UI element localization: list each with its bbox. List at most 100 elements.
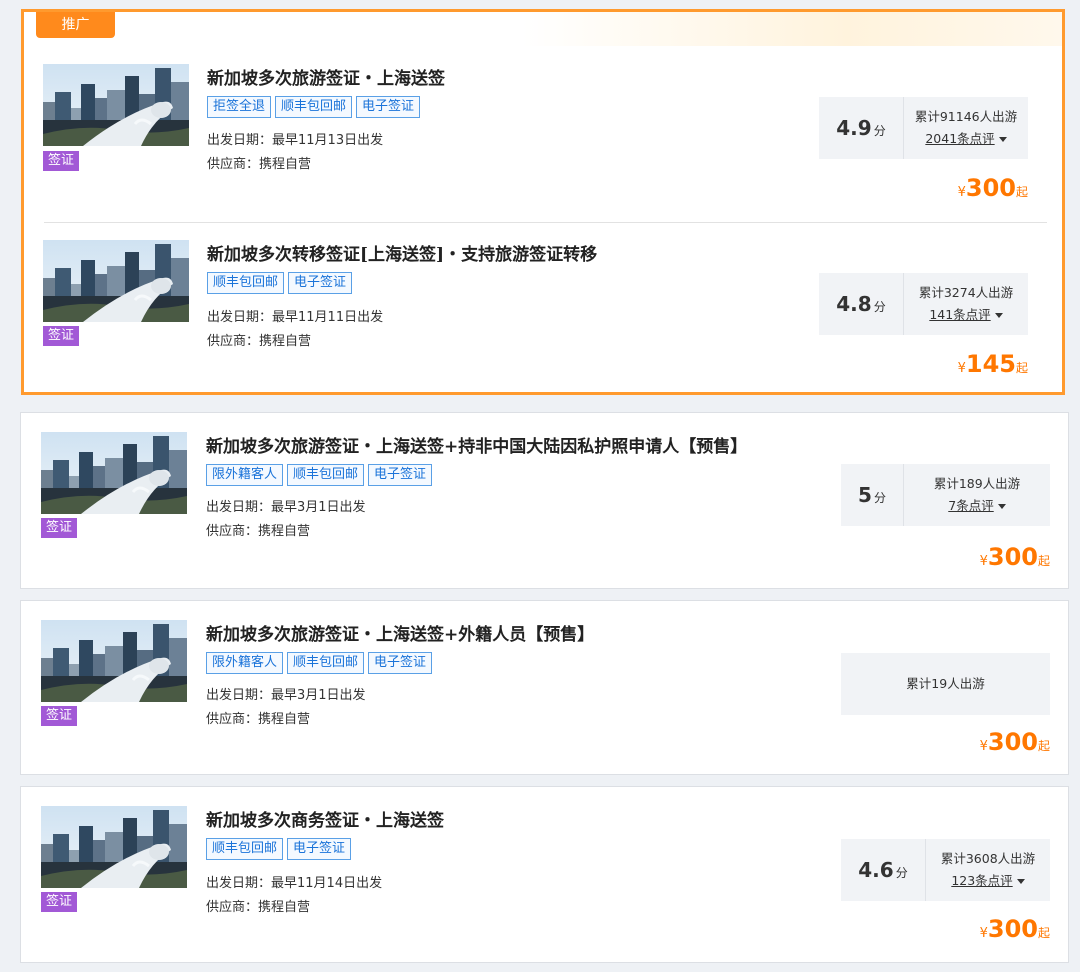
product-title[interactable]: 新加坡多次旅游签证・上海送签+持非中国大陆因私护照申请人【预售】 xyxy=(206,432,747,457)
score-unit: 分 xyxy=(873,123,886,138)
reviews-count: 7条点评 xyxy=(948,498,994,513)
badge-list: 顺丰包回邮 电子签证 xyxy=(206,838,352,860)
rating-box: 4.8 分 累计3274人出游 141条点评 xyxy=(819,273,1028,335)
currency: ¥ xyxy=(957,361,966,376)
reviews-link[interactable]: 123条点评 xyxy=(951,870,1025,892)
product-card[interactable]: 签证 新加坡多次旅游签证・上海送签+持非中国大陆因私护照申请人【预售】 限外籍客… xyxy=(20,412,1069,589)
stats: 累计3608人出游 123条点评 xyxy=(926,839,1050,901)
visa-tag: 签证 xyxy=(41,518,78,538)
rating-box: 5分 累计189人出游 7条点评 xyxy=(841,464,1050,526)
product-thumbnail[interactable] xyxy=(43,64,189,146)
badge: 电子签证 xyxy=(287,838,352,860)
price: ¥300起 xyxy=(980,543,1050,571)
badge: 电子签证 xyxy=(288,272,353,294)
visa-tag: 签证 xyxy=(41,706,78,726)
caret-down-icon xyxy=(1016,879,1025,884)
caret-down-icon xyxy=(997,504,1006,509)
product-item[interactable]: 签证 新加坡多次旅游签证・上海送签 拒签全退 顺丰包回邮 电子签证 出发日期：最… xyxy=(0,0,1080,220)
product-card[interactable]: 签证 新加坡多次旅游签证・上海送签+外籍人员【预售】 限外籍客人 顺丰包回邮 电… xyxy=(20,600,1069,775)
visa-tag: 签证 xyxy=(41,892,78,912)
currency: ¥ xyxy=(979,926,988,941)
departure-date: 出发日期：最早11月13日出发 xyxy=(207,133,384,148)
caret-down-icon xyxy=(994,313,1003,318)
product-thumbnail[interactable] xyxy=(41,432,187,514)
reviews-count: 141条点评 xyxy=(929,307,991,322)
price: ¥300起 xyxy=(980,728,1050,756)
currency: ¥ xyxy=(979,554,988,569)
price-suffix: 起 xyxy=(1015,361,1028,375)
departure-date: 出发日期：最早11月14日出发 xyxy=(206,876,383,891)
rating-box: 4.9 分 累计91146人出游 2041条点评 xyxy=(819,97,1028,159)
reviews-link[interactable]: 2041条点评 xyxy=(925,128,1007,150)
product-thumbnail[interactable] xyxy=(41,620,187,702)
badge-list: 拒签全退 顺丰包回邮 电子签证 xyxy=(207,96,421,118)
supplier: 供应商：携程自营 xyxy=(206,524,311,539)
traveler-count: 累计19人出游 xyxy=(906,676,985,691)
price: ¥300起 xyxy=(980,915,1050,943)
price-amount: 300 xyxy=(987,915,1038,943)
score-value: 5 xyxy=(858,483,872,507)
score-unit: 分 xyxy=(873,299,886,314)
score-value: 4.9 xyxy=(836,116,872,140)
badge: 电子签证 xyxy=(368,464,433,486)
currency: ¥ xyxy=(979,739,988,754)
price-amount: 300 xyxy=(987,543,1038,571)
visa-tag: 签证 xyxy=(43,326,80,346)
rating-box: 4.6 分 累计3608人出游 123条点评 xyxy=(841,839,1050,901)
price-suffix: 起 xyxy=(1015,185,1028,199)
product-title[interactable]: 新加坡多次旅游签证・上海送签 xyxy=(207,64,445,89)
badge: 顺丰包回邮 xyxy=(207,272,285,294)
departure-date: 出发日期：最早3月1日出发 xyxy=(206,500,366,515)
price-suffix: 起 xyxy=(1037,739,1050,753)
price: ¥145起 xyxy=(958,350,1028,378)
badge-list: 限外籍客人 顺丰包回邮 电子签证 xyxy=(206,652,433,674)
price-suffix: 起 xyxy=(1037,926,1050,940)
price-amount: 300 xyxy=(965,174,1016,202)
badge: 顺丰包回邮 xyxy=(275,96,353,118)
traveler-count: 累计3608人出游 xyxy=(940,851,1036,866)
caret-down-icon xyxy=(998,137,1007,142)
supplier: 供应商：携程自营 xyxy=(206,712,311,727)
score: 5分 xyxy=(841,464,904,526)
price-suffix: 起 xyxy=(1037,554,1050,568)
stats: 累计19人出游 xyxy=(841,653,1050,715)
currency: ¥ xyxy=(957,185,966,200)
traveler-count: 累计3274人出游 xyxy=(918,285,1014,300)
score: 4.9 分 xyxy=(819,97,904,159)
product-thumbnail[interactable] xyxy=(43,240,189,322)
price-amount: 145 xyxy=(965,350,1016,378)
product-title[interactable]: 新加坡多次转移签证[上海送签]・支持旅游签证转移 xyxy=(207,240,597,265)
product-thumbnail[interactable] xyxy=(41,806,187,888)
badge-list: 顺丰包回邮 电子签证 xyxy=(207,272,353,294)
price-amount: 300 xyxy=(987,728,1038,756)
badge: 顺丰包回邮 xyxy=(287,464,365,486)
badge: 限外籍客人 xyxy=(206,464,284,486)
score: 4.8 分 xyxy=(819,273,904,335)
badge-list: 限外籍客人 顺丰包回邮 电子签证 xyxy=(206,464,433,486)
supplier: 供应商：携程自营 xyxy=(207,334,312,349)
stats: 累计189人出游 7条点评 xyxy=(904,464,1050,526)
stats: 累计3274人出游 141条点评 xyxy=(904,273,1028,335)
price: ¥300起 xyxy=(958,174,1028,202)
badge: 拒签全退 xyxy=(207,96,272,118)
badge: 限外籍客人 xyxy=(206,652,284,674)
traveler-count: 累计91146人出游 xyxy=(914,109,1018,124)
product-item[interactable]: 签证 新加坡多次转移签证[上海送签]・支持旅游签证转移 顺丰包回邮 电子签证 出… xyxy=(0,222,1080,392)
product-card[interactable]: 签证 新加坡多次商务签证・上海送签 顺丰包回邮 电子签证 出发日期：最早11月1… xyxy=(20,786,1069,963)
badge: 顺丰包回邮 xyxy=(287,652,365,674)
score-unit: 分 xyxy=(895,865,908,880)
score: 4.6 分 xyxy=(841,839,926,901)
score-value: 4.8 xyxy=(836,292,872,316)
traveler-count: 累计189人出游 xyxy=(933,476,1021,491)
product-title[interactable]: 新加坡多次商务签证・上海送签 xyxy=(206,806,444,831)
badge: 顺丰包回邮 xyxy=(206,838,284,860)
reviews-count: 123条点评 xyxy=(951,873,1013,888)
stats: 累计91146人出游 2041条点评 xyxy=(904,97,1028,159)
reviews-link[interactable]: 7条点评 xyxy=(948,495,1006,517)
reviews-link[interactable]: 141条点评 xyxy=(929,304,1003,326)
product-title[interactable]: 新加坡多次旅游签证・上海送签+外籍人员【预售】 xyxy=(206,620,594,645)
supplier: 供应商：携程自营 xyxy=(206,900,311,915)
badge: 电子签证 xyxy=(356,96,421,118)
reviews-count: 2041条点评 xyxy=(925,131,995,146)
score-value: 4.6 xyxy=(858,858,894,882)
